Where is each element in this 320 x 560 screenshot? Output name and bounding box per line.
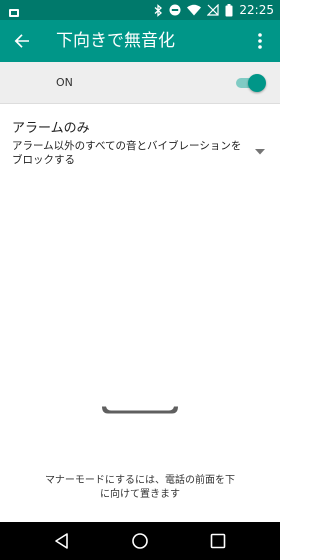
battery-icon: [225, 3, 233, 17]
hint-text: マナーモードにするには、電話の前面を下に向けて置きます: [44, 475, 236, 500]
status-bar: 22:25: [0, 0, 280, 20]
nav-back-icon[interactable]: [52, 531, 72, 551]
nav-home-icon[interactable]: [130, 531, 150, 551]
setting-summary: アラーム以外のすべての音とバイブレーションをブロックする: [12, 140, 242, 166]
setting-title: アラームのみ: [12, 121, 90, 136]
dropdown-arrow-icon[interactable]: [255, 140, 265, 155]
nav-recents-icon[interactable]: [208, 531, 228, 551]
master-toggle-switch[interactable]: [236, 74, 266, 92]
arrow-back-icon[interactable]: [10, 29, 34, 53]
android-notification-icon: [8, 4, 20, 17]
wifi-icon: [187, 4, 202, 16]
page-title: 下向きで無音化: [56, 31, 175, 51]
status-icons: 22:25: [154, 0, 274, 20]
master-switch-row[interactable]: ON: [0, 62, 280, 104]
toggle-thumb: [248, 74, 266, 92]
more-vert-icon[interactable]: [248, 29, 272, 53]
app-bar: 下向きで無音化: [0, 20, 280, 62]
phone-face-down-illustration: [102, 400, 178, 414]
navigation-bar: [0, 522, 280, 560]
bluetooth-icon: [154, 3, 163, 17]
alarm-only-setting[interactable]: アラームのみ アラーム以外のすべての音とバイブレーションをブロックする: [0, 104, 280, 170]
no-signal-icon: [207, 4, 220, 16]
do-not-disturb-icon: [169, 4, 181, 16]
master-switch-label: ON: [56, 76, 73, 89]
status-time: 22:25: [239, 3, 274, 17]
